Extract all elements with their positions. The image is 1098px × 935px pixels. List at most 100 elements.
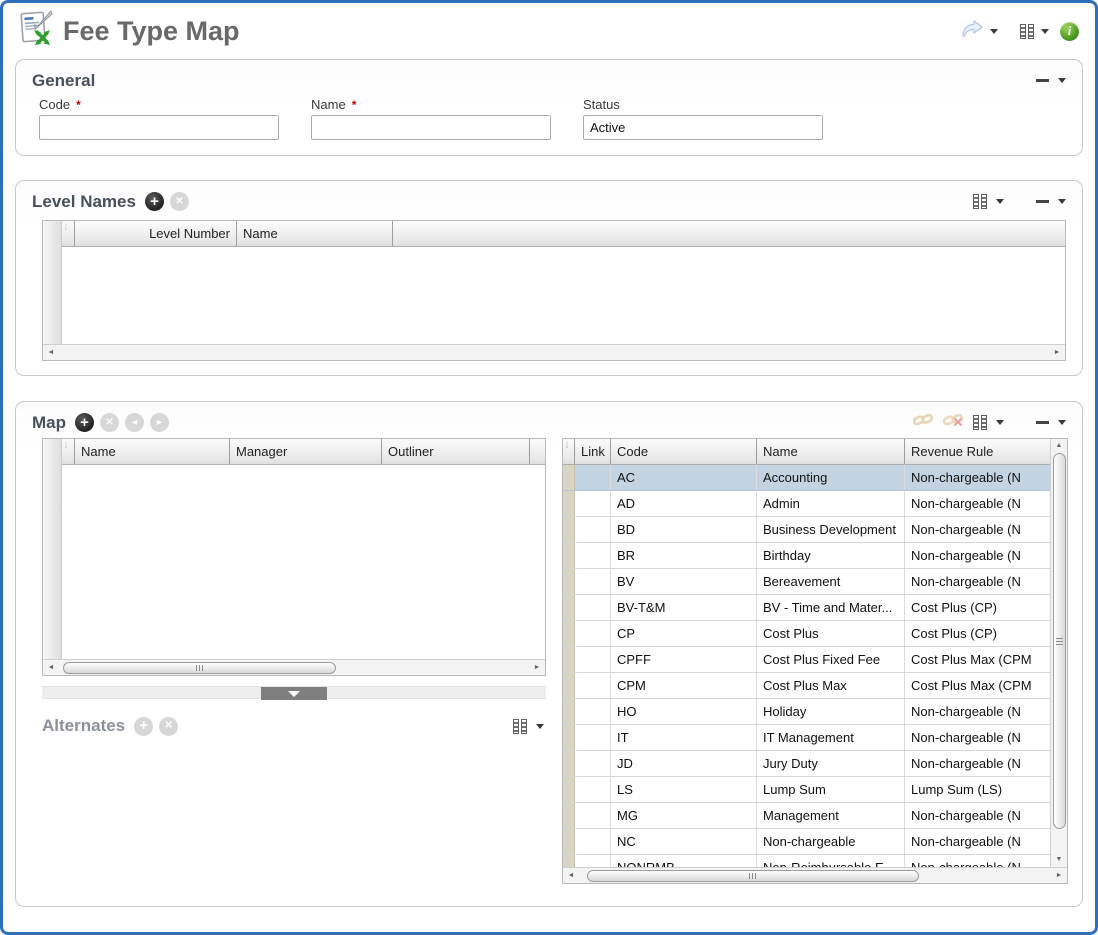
collapse-level-names-button[interactable] bbox=[1036, 200, 1049, 203]
cell-code[interactable]: HO bbox=[611, 699, 757, 724]
row-selector[interactable] bbox=[563, 673, 575, 698]
cell-code[interactable]: NONRMB bbox=[611, 855, 757, 867]
cell-name[interactable]: IT Management bbox=[757, 725, 905, 750]
table-row[interactable]: CPFF Cost Plus Fixed Fee Cost Plus Max (… bbox=[563, 647, 1050, 673]
cell-revenue-rule[interactable]: Cost Plus Max (CPM bbox=[905, 647, 1050, 672]
table-row[interactable]: BD Business Development Non-chargeable (… bbox=[563, 517, 1050, 543]
cell-link[interactable] bbox=[575, 517, 611, 542]
cell-name[interactable]: Admin bbox=[757, 491, 905, 516]
column-header-link[interactable]: Link bbox=[575, 439, 611, 464]
column-header-level-number[interactable]: Level Number bbox=[75, 221, 237, 246]
row-selector[interactable] bbox=[563, 543, 575, 568]
cell-name[interactable]: Bereavement bbox=[757, 569, 905, 594]
workflow-dropdown-caret[interactable] bbox=[990, 29, 998, 34]
scroll-down-arrow[interactable]: ▼ bbox=[1056, 855, 1063, 865]
cell-link[interactable] bbox=[575, 829, 611, 854]
row-selector[interactable] bbox=[563, 829, 575, 854]
cell-link[interactable] bbox=[575, 855, 611, 867]
cell-revenue-rule[interactable]: Cost Plus (CP) bbox=[905, 595, 1050, 620]
unlink-icon[interactable] bbox=[943, 412, 964, 433]
cell-revenue-rule[interactable]: Non-chargeable (N bbox=[905, 517, 1050, 542]
delete-level-button[interactable]: ✕ bbox=[170, 192, 189, 211]
workflow-arrow-icon[interactable] bbox=[961, 20, 983, 42]
table-row[interactable]: NONRMB Non-Reimbursable E... Non-chargea… bbox=[563, 855, 1050, 867]
map-menu-caret[interactable] bbox=[1058, 420, 1066, 425]
cell-code[interactable]: CPM bbox=[611, 673, 757, 698]
cell-link[interactable] bbox=[575, 595, 611, 620]
cell-code[interactable]: BV bbox=[611, 569, 757, 594]
column-settings-caret[interactable] bbox=[1041, 29, 1049, 34]
column-header-code[interactable]: Code bbox=[611, 439, 757, 464]
drag-grip-icon[interactable]: ⦙ bbox=[62, 221, 75, 246]
cell-name[interactable]: Lump Sum bbox=[757, 777, 905, 802]
row-selector[interactable] bbox=[563, 699, 575, 724]
cell-revenue-rule[interactable]: Non-chargeable (N bbox=[905, 465, 1050, 490]
table-row[interactable]: BR Birthday Non-chargeable (N bbox=[563, 543, 1050, 569]
cell-code[interactable]: JD bbox=[611, 751, 757, 776]
link-icon[interactable] bbox=[913, 412, 934, 433]
cell-code[interactable]: BD bbox=[611, 517, 757, 542]
collapse-map-button[interactable] bbox=[1036, 421, 1049, 424]
row-selector[interactable] bbox=[563, 725, 575, 750]
row-selector[interactable] bbox=[563, 595, 575, 620]
row-selector[interactable] bbox=[563, 803, 575, 828]
level-names-grid-body[interactable] bbox=[62, 247, 1065, 344]
delete-map-button[interactable]: ✕ bbox=[100, 413, 119, 432]
table-row[interactable]: AC Accounting Non-chargeable (N bbox=[563, 465, 1050, 491]
cell-revenue-rule[interactable]: Non-chargeable (N bbox=[905, 829, 1050, 854]
cell-link[interactable] bbox=[575, 647, 611, 672]
scroll-right-arrow[interactable]: ► bbox=[1052, 345, 1062, 360]
column-settings-icon[interactable] bbox=[1020, 24, 1034, 39]
cell-revenue-rule[interactable]: Non-chargeable (N bbox=[905, 751, 1050, 776]
cell-code[interactable]: CPFF bbox=[611, 647, 757, 672]
cell-code[interactable]: BV-T&M bbox=[611, 595, 757, 620]
scroll-right-arrow[interactable]: ► bbox=[1054, 868, 1064, 883]
add-map-button[interactable]: + bbox=[75, 413, 94, 432]
cell-code[interactable]: CP bbox=[611, 621, 757, 646]
name-input[interactable] bbox=[311, 115, 551, 140]
table-row[interactable]: CPM Cost Plus Max Cost Plus Max (CPM bbox=[563, 673, 1050, 699]
cell-revenue-rule[interactable]: Lump Sum (LS) bbox=[905, 777, 1050, 802]
cell-name[interactable]: Non-chargeable bbox=[757, 829, 905, 854]
row-selector[interactable] bbox=[563, 621, 575, 646]
cell-name[interactable]: Holiday bbox=[757, 699, 905, 724]
status-input[interactable] bbox=[583, 115, 823, 140]
scroll-up-arrow[interactable]: ▲ bbox=[1056, 441, 1063, 451]
column-header-manager[interactable]: Manager bbox=[230, 439, 382, 464]
delete-alternate-button[interactable]: ✕ bbox=[159, 717, 178, 736]
scroll-left-arrow[interactable]: ◄ bbox=[46, 660, 56, 675]
map-left-grid-body[interactable] bbox=[62, 465, 545, 659]
row-selector[interactable] bbox=[563, 751, 575, 776]
cell-name[interactable]: Cost Plus Max bbox=[757, 673, 905, 698]
add-alternate-button[interactable]: + bbox=[134, 717, 153, 736]
scrollbar-thumb[interactable] bbox=[587, 870, 919, 882]
cell-link[interactable] bbox=[575, 543, 611, 568]
cell-code[interactable]: BR bbox=[611, 543, 757, 568]
cell-link[interactable] bbox=[575, 699, 611, 724]
scroll-right-arrow[interactable]: ► bbox=[532, 660, 542, 675]
drag-grip-icon[interactable]: ⦙ bbox=[563, 439, 575, 464]
column-header-name[interactable]: Name bbox=[757, 439, 905, 464]
scroll-left-arrow[interactable]: ◄ bbox=[566, 868, 576, 883]
cell-name[interactable]: Birthday bbox=[757, 543, 905, 568]
cell-name[interactable]: Management bbox=[757, 803, 905, 828]
move-right-button[interactable]: ► bbox=[150, 413, 169, 432]
column-header-revenue-rule[interactable]: Revenue Rule bbox=[905, 439, 1050, 464]
row-selector[interactable] bbox=[563, 491, 575, 516]
alternates-columns-caret[interactable] bbox=[536, 724, 544, 729]
table-row[interactable]: AD Admin Non-chargeable (N bbox=[563, 491, 1050, 517]
table-row[interactable]: HO Holiday Non-chargeable (N bbox=[563, 699, 1050, 725]
column-header-name[interactable]: Name bbox=[75, 439, 230, 464]
cell-revenue-rule[interactable]: Cost Plus Max (CPM bbox=[905, 673, 1050, 698]
cell-name[interactable]: BV - Time and Mater... bbox=[757, 595, 905, 620]
cell-revenue-rule[interactable]: Non-chargeable (N bbox=[905, 725, 1050, 750]
map-columns-caret[interactable] bbox=[996, 420, 1004, 425]
column-header-name[interactable]: Name bbox=[237, 221, 393, 246]
cell-name[interactable]: Non-Reimbursable E... bbox=[757, 855, 905, 867]
row-selector[interactable] bbox=[563, 569, 575, 594]
cell-name[interactable]: Jury Duty bbox=[757, 751, 905, 776]
cell-code[interactable]: AC bbox=[611, 465, 757, 490]
general-menu-caret[interactable] bbox=[1058, 78, 1066, 83]
row-selector[interactable] bbox=[563, 777, 575, 802]
cell-revenue-rule[interactable]: Non-chargeable (N bbox=[905, 855, 1050, 867]
